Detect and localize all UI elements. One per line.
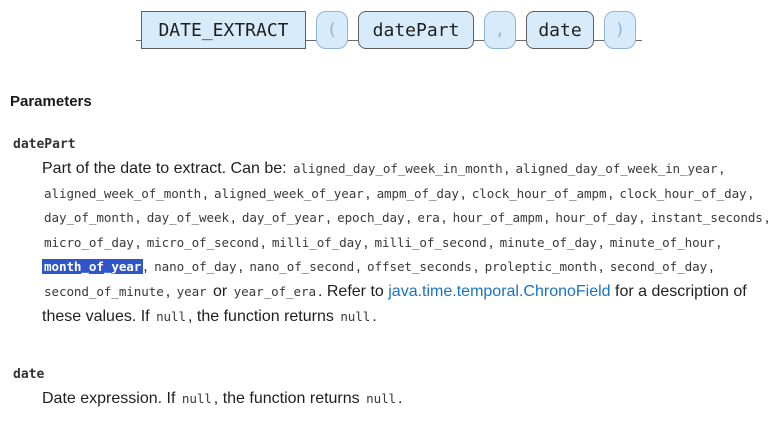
date-part-value: minute_of_day [499,234,597,250]
syntax-diagram: DATE_EXTRACT ( datePart , date ) [0,0,782,60]
separator-comma: , [716,233,721,251]
param-desc-datepart: Part of the date to extract. Can be: ali… [42,157,772,329]
date-part-value: minute_of_hour [609,234,715,250]
chronofield-link[interactable]: java.time.temporal.ChronoField [388,283,610,300]
date-part-value: month_of_year [42,259,144,275]
date-part-value: clock_hour_of_ampm [471,185,607,201]
datepart-values-list: aligned_day_of_week_in_month, aligned_da… [42,160,769,300]
function-name-box: DATE_EXTRACT [141,11,306,49]
datepart-intro: Part of the date to extract. Can be: [42,160,287,177]
date-part-value: aligned_week_of_month [44,185,202,201]
date-part-value: proleptic_month [484,259,597,275]
date-desc-prefix: Date expression. If [42,390,176,407]
separator-comma: , [326,209,336,227]
param-desc-date: Date expression. If null, the function r… [42,387,772,412]
date-part-value: hour_of_ampm [452,210,543,226]
param-name-date: date [13,367,45,382]
separator-comma: , [719,160,724,177]
date-part-value: aligned_day_of_week_in_month [293,161,503,176]
refer-text: . Refer to [317,282,384,300]
parameters-heading: Parameters [10,93,92,110]
date-part-value: hour_of_day [555,210,638,226]
close-paren-box: ) [604,11,636,49]
separator-comma: , [363,233,373,251]
date-arg-box: date [526,11,594,49]
end-period: . [372,307,377,325]
date-part-value: nano_of_day [154,259,237,275]
date-part-value: ampm_of_day [376,185,459,201]
separator-comma: , [135,209,145,227]
comma-box: , [484,11,516,49]
separator-comma: , [473,258,483,276]
separator-comma: , [406,209,416,227]
returns-text: , the function returns [213,390,360,407]
date-part-value: nano_of_second [249,259,355,275]
date-part-value: day_of_month [44,210,134,226]
separator-comma: , [608,184,618,202]
separator-comma: , [356,258,366,276]
separator-comma: , [488,233,498,251]
date-part-value: second_of_minute [44,283,164,299]
open-paren-box: ( [316,11,348,49]
end-period: . [398,390,403,407]
date-part-value: aligned_day_of_week_in_year [515,161,718,176]
date-part-value: offset_seconds [367,259,472,275]
date-part-value: micro_of_day [44,234,134,250]
date-part-value: year [176,283,207,299]
param-name-datepart: datePart [13,137,76,152]
separator-comma: , [441,209,451,227]
date-part-value: day_of_week [146,210,229,226]
separator-comma: , [165,282,175,300]
null-code: null [156,308,187,324]
date-part-value: second_of_day [609,259,708,275]
null-code: null [366,391,397,406]
date-part-value: day_of_year [241,210,325,226]
separator-comma: , [365,184,375,202]
date-part-value: clock_hour_of_day [619,185,747,201]
separator-comma: , [143,258,153,276]
date-part-value: aligned_week_of_year [214,185,364,201]
separator-comma: , [231,209,240,227]
date-part-value: year_of_era [233,283,316,299]
date-part-value: milli_of_second [374,234,487,250]
separator-comma: , [260,233,270,251]
separator-comma: , [764,209,770,227]
separator-comma: , [748,184,753,202]
datepart-arg-box: datePart [358,11,474,49]
null-code: null [340,308,371,324]
separator-comma: , [598,258,608,276]
date-part-value: micro_of_second [146,234,259,250]
separator-comma: , [639,209,649,227]
date-part-value: milli_of_day [271,234,362,250]
separator-comma: , [598,233,608,251]
separator-comma: , [709,258,714,276]
date-part-value: era [417,210,440,226]
or-text: or [208,282,232,300]
null-code: null [181,391,212,406]
separator-comma: , [135,233,145,251]
separator-comma: , [203,184,213,202]
separator-comma: , [460,184,470,202]
date-part-value: instant_seconds [650,210,763,226]
date-part-value: epoch_day [337,210,405,226]
returns-text: , the function returns [188,307,334,325]
